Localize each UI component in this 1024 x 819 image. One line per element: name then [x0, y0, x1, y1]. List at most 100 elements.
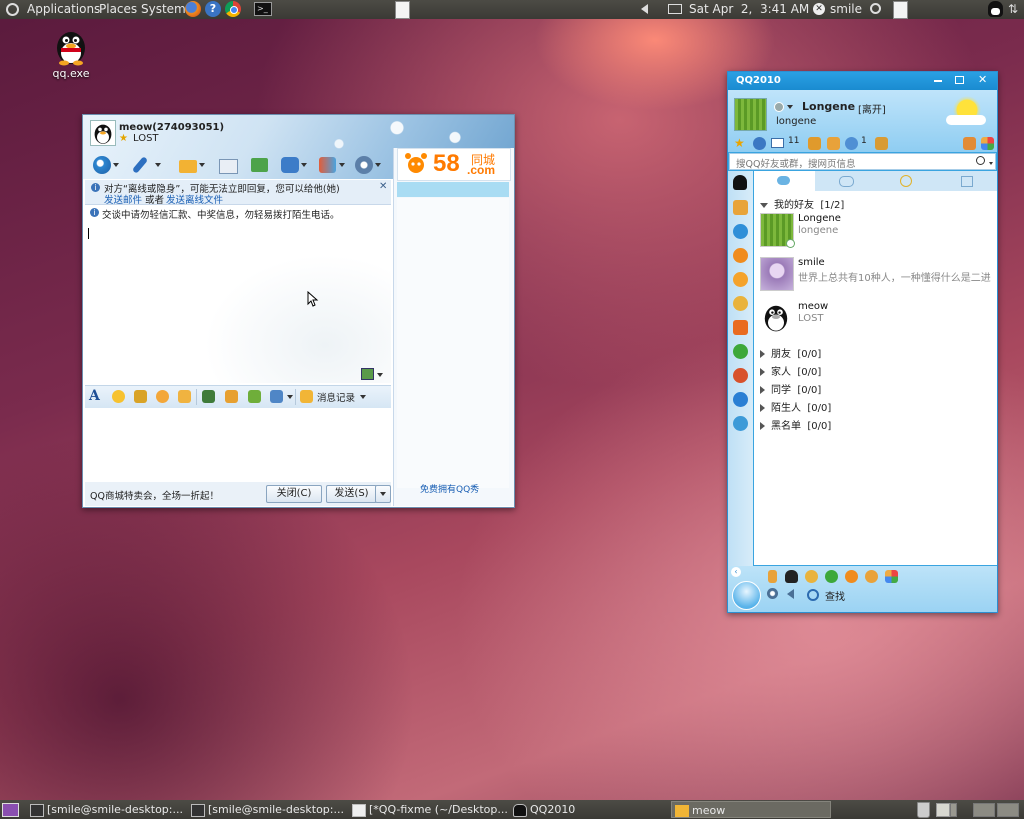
game-app-icon[interactable]	[805, 570, 818, 583]
penguin-app-icon[interactable]	[785, 570, 798, 583]
app-button[interactable]	[279, 154, 309, 176]
taskbar-item-terminal-1[interactable]: [smile@smile-desktop:...	[27, 801, 187, 818]
show-desktop-icon[interactable]	[2, 803, 19, 817]
terminal-icon[interactable]: >_	[254, 2, 272, 16]
applications-menu[interactable]: Applications	[27, 2, 100, 16]
group-blacklist[interactable]: 黑名单 [0/0]	[760, 417, 831, 432]
qzone-star-icon[interactable]: ★	[734, 136, 747, 150]
system-menu[interactable]: System	[141, 2, 186, 16]
contact-avatar[interactable]	[90, 120, 116, 146]
search-icon[interactable]	[976, 156, 985, 165]
group-friends[interactable]: 朋友 [0/0]	[760, 345, 821, 360]
mail-icon[interactable]	[668, 4, 682, 14]
message-history-dropdown[interactable]	[360, 395, 366, 399]
video-call-button[interactable]	[91, 154, 121, 176]
minimize-button[interactable]	[934, 80, 942, 82]
magic-emoji-icon[interactable]	[134, 390, 147, 403]
maximize-button[interactable]	[955, 76, 964, 84]
find-button[interactable]: 查找	[825, 588, 845, 603]
workspace-switcher-3[interactable]	[973, 803, 995, 817]
search-dropdown[interactable]	[989, 162, 993, 165]
app-box-icon[interactable]	[875, 137, 888, 150]
notes-icon[interactable]	[893, 1, 908, 19]
group-my-friends[interactable]: 我的好友 [1/2]	[760, 196, 844, 211]
qq-search-box[interactable]: 搜QQ好友或群，搜网页信息	[729, 153, 996, 170]
workspace-switcher-1[interactable]	[936, 803, 950, 817]
online-status-icon[interactable]	[774, 102, 784, 112]
58-logo-banner[interactable]: 58 同城 .com	[397, 148, 511, 181]
taskbar-item-terminal-2[interactable]: [smile@smile-desktop:...	[188, 801, 348, 818]
taskbar-item-editor[interactable]: [*QQ-fixme (~/Desktop...	[349, 801, 509, 818]
notice-close-icon[interactable]: ✕	[379, 181, 387, 192]
my-avatar[interactable]	[734, 98, 767, 131]
workspace-switcher-2[interactable]	[950, 803, 957, 817]
screen-capture-icon[interactable]	[270, 390, 283, 403]
status-dropdown[interactable]	[787, 105, 793, 109]
group-classmates[interactable]: 同学 [0/0]	[760, 381, 821, 396]
close-window-button[interactable]: ✕	[978, 73, 987, 86]
app-manager-icon[interactable]	[885, 570, 898, 583]
settings-gear-button[interactable]	[353, 154, 383, 176]
image-icon[interactable]	[202, 390, 215, 403]
qq-show-link[interactable]: 免费拥有QQ秀	[420, 482, 479, 495]
shopping-icon[interactable]	[827, 137, 840, 150]
pet-icon[interactable]	[845, 137, 858, 150]
qq-show-area[interactable]	[397, 198, 509, 488]
message-history-button[interactable]: 消息记录	[317, 390, 355, 404]
tab-microblog[interactable]	[875, 171, 936, 191]
contact-item[interactable]: smile 世界上总共有10种人，一种懂得什么是二进	[760, 257, 992, 297]
qq-pet-icon[interactable]	[733, 296, 748, 311]
my-nickname[interactable]: Longene	[802, 100, 855, 113]
message-history-area[interactable]: i 交谈中请勿轻信汇款、中奖信息，勿轻易拨打陌生电话。	[85, 205, 391, 383]
user-menu[interactable]: smile	[830, 2, 862, 16]
contacts-penguin-icon[interactable]	[733, 175, 747, 190]
qzone-icon[interactable]	[733, 200, 748, 215]
notice-send-mail-link[interactable]: 发送邮件	[104, 192, 142, 206]
tools-button[interactable]	[317, 154, 347, 176]
resize-view-dropdown[interactable]	[377, 373, 383, 377]
network-icon[interactable]: ⇅	[1008, 2, 1020, 16]
main-menu-button[interactable]	[732, 581, 761, 610]
shake-icon[interactable]	[156, 390, 169, 403]
voice-call-button[interactable]	[131, 154, 163, 176]
send-options-dropdown[interactable]	[375, 485, 391, 503]
settings-icon[interactable]	[767, 588, 778, 599]
collapse-sidebar-icon[interactable]: ‹	[731, 567, 741, 577]
group-family[interactable]: 家人 [0/0]	[760, 363, 821, 378]
workspace-switcher-4[interactable]	[997, 803, 1019, 817]
find-icon[interactable]	[807, 589, 819, 601]
trash-icon[interactable]	[917, 802, 930, 818]
qq-music-icon[interactable]	[733, 344, 748, 359]
resize-view-icon[interactable]	[361, 368, 374, 380]
weibo-icon[interactable]	[733, 392, 748, 407]
tab-contacts[interactable]	[754, 171, 815, 191]
create-group-button[interactable]	[249, 154, 279, 176]
qq-tray-icon[interactable]	[988, 1, 1003, 17]
scribble-icon[interactable]	[178, 390, 191, 403]
soso-icon[interactable]	[733, 320, 748, 335]
send-mail-button[interactable]	[217, 154, 247, 176]
wallet-icon[interactable]	[808, 137, 821, 150]
music-icon[interactable]	[225, 390, 238, 403]
contact-item[interactable]: Longene longene	[760, 213, 992, 253]
paipai-icon[interactable]	[733, 248, 748, 263]
qq-game-icon[interactable]	[733, 224, 748, 239]
tab-recent[interactable]	[936, 171, 997, 191]
my-signature[interactable]: longene	[776, 116, 816, 127]
phone-icon[interactable]	[768, 570, 777, 583]
skin-icon[interactable]	[981, 137, 994, 150]
add-app-icon[interactable]	[733, 416, 748, 431]
power-icon[interactable]	[870, 3, 881, 14]
clock[interactable]: Sat Apr 2, 3:41 AM	[689, 2, 809, 16]
close-button[interactable]: 关闭(C)	[266, 485, 322, 503]
browser-app-icon[interactable]	[865, 570, 878, 583]
firefox-icon[interactable]	[185, 1, 201, 17]
chrome-icon[interactable]	[225, 1, 241, 17]
mailbox-icon[interactable]	[771, 138, 784, 148]
text-editor-icon[interactable]	[395, 1, 410, 19]
places-menu[interactable]: Places	[99, 2, 137, 16]
notice-send-offline-file-link[interactable]: 发送离线文件	[166, 192, 223, 206]
message-box-icon[interactable]	[963, 137, 976, 150]
taskbar-item-meow[interactable]: meow	[671, 801, 831, 818]
sound-icon[interactable]	[787, 589, 794, 599]
